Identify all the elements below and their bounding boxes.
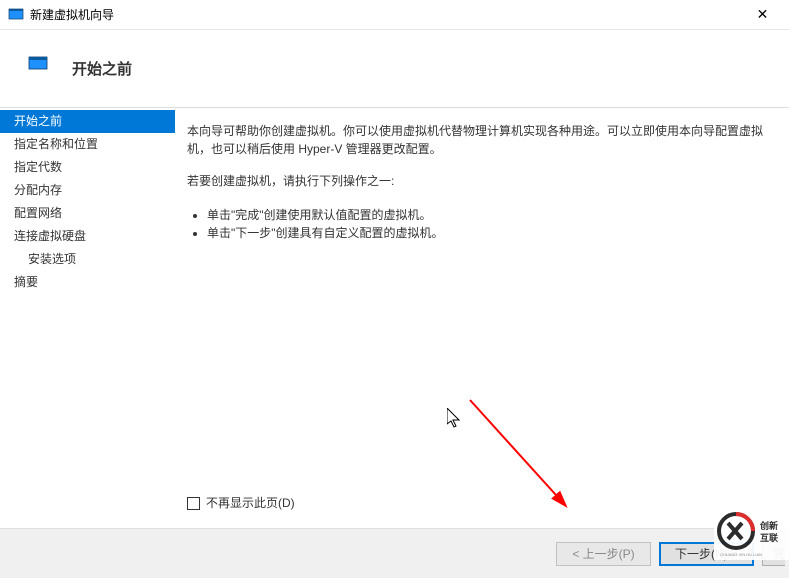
sidebar-item-label: 连接虚拟硬盘 [14, 229, 86, 243]
sidebar-item-memory[interactable]: 分配内存 [0, 179, 175, 202]
sidebar-item-label: 指定名称和位置 [14, 137, 98, 151]
instruction-line: 若要创建虚拟机，请执行下列操作之一: [187, 172, 777, 190]
intro-paragraph: 本向导可帮助你创建虚拟机。你可以使用虚拟机代替物理计算机实现各种用途。可以立即使… [187, 122, 777, 158]
svg-text:创新: 创新 [759, 520, 778, 531]
wizard-content: 本向导可帮助你创建虚拟机。你可以使用虚拟机代替物理计算机实现各种用途。可以立即使… [175, 108, 789, 528]
sidebar-item-vhd[interactable]: 连接虚拟硬盘 [0, 225, 175, 248]
dont-show-again-label: 不再显示此页(D) [206, 494, 295, 512]
sidebar-item-name-location[interactable]: 指定名称和位置 [0, 133, 175, 156]
sidebar-item-generation[interactable]: 指定代数 [0, 156, 175, 179]
close-button[interactable]: ✕ [740, 0, 785, 30]
app-icon [8, 7, 24, 23]
sidebar-item-summary[interactable]: 摘要 [0, 271, 175, 294]
previous-button: < 上一步(P) [556, 542, 651, 566]
svg-text:CHUANG XIN HU LIAN: CHUANG XIN HU LIAN [720, 552, 762, 557]
sidebar-item-network[interactable]: 配置网络 [0, 202, 175, 225]
watermark-logo: 创新 互联 CHUANG XIN HU LIAN [714, 505, 789, 560]
page-title: 开始之前 [72, 58, 132, 79]
sidebar-item-label: 配置网络 [14, 206, 62, 220]
sidebar-item-before-you-begin[interactable]: 开始之前 [0, 110, 175, 133]
dont-show-again-row[interactable]: 不再显示此页(D) [187, 494, 777, 518]
sidebar-item-label: 分配内存 [14, 183, 62, 197]
svg-text:互联: 互联 [760, 532, 779, 543]
step-sidebar: 开始之前 指定名称和位置 指定代数 分配内存 配置网络 连接虚拟硬盘 安装选项 … [0, 108, 175, 528]
wizard-header: 开始之前 [0, 30, 789, 108]
instruction-bullets: 单击"完成"创建使用默认值配置的虚拟机。 单击"下一步"创建具有自定义配置的虚拟… [187, 206, 777, 242]
sidebar-item-label: 摘要 [14, 275, 38, 289]
close-icon: ✕ [757, 6, 769, 23]
wizard-icon [28, 54, 48, 74]
bullet-item: 单击"下一步"创建具有自定义配置的虚拟机。 [207, 224, 777, 242]
titlebar: 新建虚拟机向导 ✕ [0, 0, 789, 30]
bullet-item: 单击"完成"创建使用默认值配置的虚拟机。 [207, 206, 777, 224]
window-title: 新建虚拟机向导 [30, 6, 740, 23]
dont-show-again-checkbox[interactable] [187, 497, 200, 510]
button-label: < 上一步(P) [572, 545, 634, 562]
sidebar-item-label: 开始之前 [14, 114, 62, 128]
sidebar-item-label: 安装选项 [28, 252, 76, 266]
wizard-body: 开始之前 指定名称和位置 指定代数 分配内存 配置网络 连接虚拟硬盘 安装选项 … [0, 108, 789, 528]
wizard-footer: < 上一步(P) 下一步(N) > 完 [0, 528, 789, 578]
sidebar-item-label: 指定代数 [14, 160, 62, 174]
sidebar-item-install-options[interactable]: 安装选项 [0, 248, 175, 271]
